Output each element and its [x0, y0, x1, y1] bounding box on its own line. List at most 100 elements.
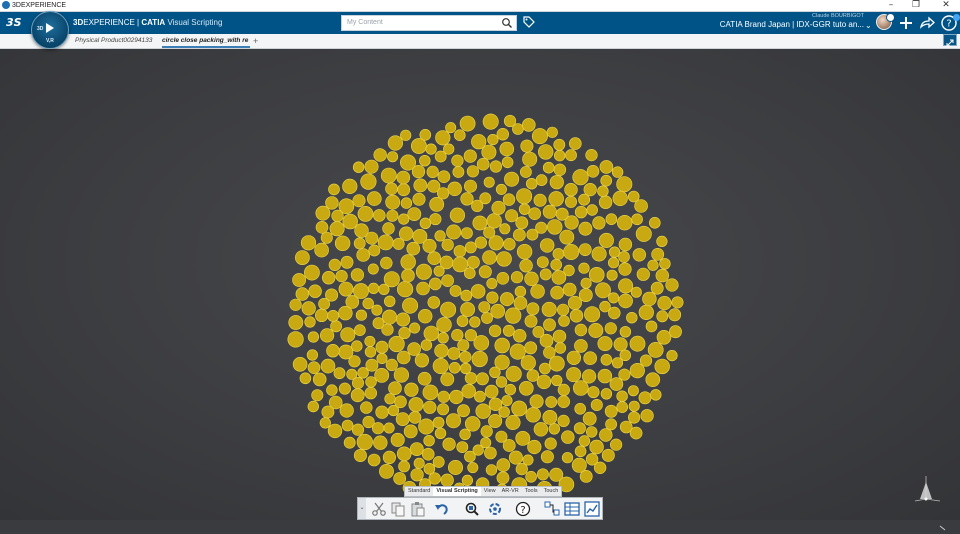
packed-circle: [505, 209, 519, 223]
packed-circle: [586, 204, 598, 216]
packed-circle: [364, 346, 377, 358]
packed-circle: [600, 174, 613, 187]
packed-circle: [631, 213, 643, 226]
packed-circle: [464, 450, 476, 463]
tab-visual-scripting[interactable]: Visual Scripting: [433, 487, 481, 496]
add-tab-button[interactable]: +: [253, 34, 258, 48]
packed-circle: [457, 404, 470, 418]
packed-circle: [365, 231, 379, 245]
table-icon[interactable]: [564, 501, 580, 517]
axis-triad-icon[interactable]: [912, 474, 948, 534]
tab-circle-packing[interactable]: circle close packing_with re: [162, 34, 250, 48]
packed-circle: [429, 213, 442, 226]
search-input[interactable]: My Content: [341, 15, 517, 31]
packed-circle: [526, 302, 540, 316]
packed-circle: [318, 297, 330, 310]
packed-circle: [520, 355, 536, 371]
packed-circle: [524, 314, 538, 328]
3d-viewport[interactable]: [0, 49, 960, 531]
packed-circle: [597, 185, 609, 197]
packed-circle: [618, 368, 631, 381]
ds-logo-icon[interactable]: 3S: [6, 15, 26, 31]
packed-circle: [306, 349, 318, 361]
packed-circle: [578, 243, 592, 256]
packed-circle: [553, 163, 567, 176]
packed-circle: [466, 255, 480, 269]
packed-circle: [367, 282, 380, 294]
packed-circle: [499, 141, 515, 157]
packed-circle: [618, 237, 633, 252]
packed-circle: [429, 197, 445, 212]
packed-circle: [350, 388, 365, 403]
help-icon[interactable]: ?: [515, 501, 531, 517]
packed-circle: [533, 422, 549, 437]
cut-icon[interactable]: [371, 501, 387, 517]
packed-circle: [307, 400, 319, 413]
packed-circle: [629, 335, 646, 352]
packed-circle: [440, 301, 457, 318]
packed-circle: [342, 213, 358, 230]
tab-touch[interactable]: Touch: [541, 487, 562, 496]
packed-circle: [645, 320, 658, 333]
packed-circle: [328, 183, 340, 196]
packed-circle: [538, 144, 554, 160]
app-icon: [2, 1, 10, 9]
packed-circle: [377, 234, 394, 251]
packed-circle: [665, 278, 679, 292]
chevron-down-icon[interactable]: ⌄: [865, 21, 872, 31]
packed-circle: [501, 156, 514, 169]
tab-physical-product[interactable]: Physical Product00294133: [75, 34, 159, 48]
copy-icon[interactable]: [390, 501, 406, 517]
packed-circle: [586, 426, 598, 438]
packed-circle: [295, 287, 309, 301]
search-icon[interactable]: [501, 17, 513, 29]
packed-circle: [501, 395, 513, 407]
packed-circle: [508, 450, 523, 465]
packed-circle: [599, 428, 613, 442]
tab-standard[interactable]: Standard: [405, 487, 433, 496]
packed-circle: [383, 271, 400, 288]
tab-tools[interactable]: Tools: [522, 487, 541, 496]
graph-icon[interactable]: [544, 501, 560, 517]
packed-circle: [326, 344, 340, 358]
packed-circle: [447, 347, 461, 360]
packed-circle: [299, 372, 312, 385]
fit-all-icon[interactable]: [464, 501, 480, 517]
update-icon[interactable]: [487, 501, 503, 517]
tag-icon[interactable]: [522, 15, 536, 29]
packed-circle: [335, 270, 348, 283]
packed-circle: [308, 284, 322, 298]
circle-packing-geometry[interactable]: [281, 111, 687, 515]
tab-ar-vr[interactable]: AR-VR: [499, 487, 522, 496]
packed-circle: [292, 273, 306, 287]
expand-icon[interactable]: [943, 34, 957, 47]
packed-circle: [666, 350, 678, 362]
share-icon[interactable]: [918, 14, 936, 32]
chart-icon[interactable]: [584, 501, 600, 517]
plus-icon[interactable]: [897, 14, 915, 32]
packed-circle: [482, 113, 499, 130]
packed-circle: [392, 237, 405, 250]
packed-circle: [657, 296, 672, 311]
action-bar-collapse-button[interactable]: ⌄: [358, 498, 366, 519]
close-icon[interactable]: ✕: [935, 0, 957, 11]
packed-circle: [513, 329, 527, 343]
tab-view[interactable]: View: [481, 487, 499, 496]
packed-circle: [311, 389, 324, 402]
restore-icon[interactable]: ❐: [905, 0, 927, 11]
brand-3d: 3D: [73, 18, 84, 27]
tenant-selector[interactable]: CATIA Brand Japan | IDX-GGR tuto an...: [690, 20, 864, 29]
packed-circle: [550, 259, 563, 271]
packed-circle: [382, 309, 398, 325]
packed-circle: [381, 323, 394, 336]
packed-circle: [522, 151, 538, 167]
minimize-icon[interactable]: –: [880, 0, 902, 11]
undo-icon[interactable]: [434, 501, 450, 517]
packed-circle: [611, 166, 624, 178]
paste-icon[interactable]: [410, 501, 426, 517]
packed-circle: [379, 463, 394, 479]
play-icon[interactable]: [46, 23, 54, 33]
compass[interactable]: 3D V,R: [31, 11, 69, 49]
packed-circle: [365, 376, 377, 388]
packed-circle: [423, 435, 435, 447]
